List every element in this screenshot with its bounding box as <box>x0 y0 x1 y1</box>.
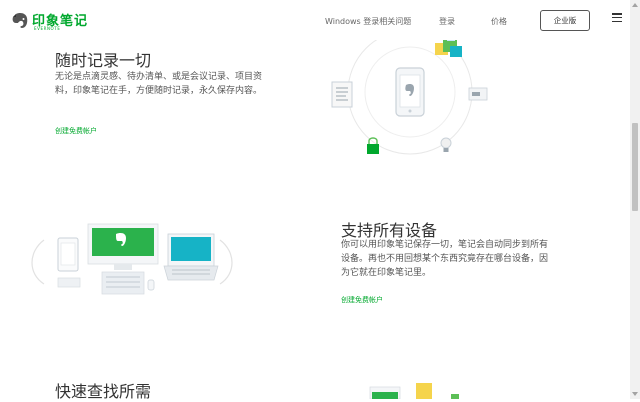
scroll-down-arrow-icon[interactable] <box>632 392 638 396</box>
enterprise-button[interactable]: 企业版 <box>540 10 590 31</box>
section-title-search: 快速查找所需 <box>55 382 152 401</box>
scroll-up-arrow-icon[interactable] <box>632 3 638 7</box>
phone-device-icon <box>57 237 79 272</box>
nav-pricing[interactable]: 价格 <box>491 16 507 27</box>
logo-subtext: EVERNOTE <box>34 26 61 31</box>
hamburger-menu-icon[interactable] <box>612 13 622 23</box>
lightbulb-icon <box>440 137 452 152</box>
create-account-link[interactable]: 创建免费帐户 <box>55 126 97 136</box>
devices-illustration <box>31 223 233 295</box>
section-desc-record: 无论是点滴灵感、待办清单、或是会议记录、项目资料，印象笔记在手，方便随时记录，永… <box>55 72 263 96</box>
page-scrollbar[interactable] <box>630 0 640 399</box>
card-icon <box>468 87 488 101</box>
phone-icon <box>395 67 425 117</box>
document-icon <box>331 81 353 108</box>
top-header: 印象笔记 EVERNOTE Windows 登录相关问题 登录 价格 企业版 <box>0 0 630 40</box>
lock-icon <box>367 137 379 154</box>
elephant-icon <box>12 13 28 28</box>
scrollbar-thumb[interactable] <box>632 123 638 211</box>
evernote-logo[interactable]: 印象笔记 EVERNOTE <box>10 9 87 33</box>
section-title-record: 随时记录一切 <box>55 51 152 70</box>
create-account-link-2[interactable]: 创建免费帐户 <box>341 295 383 305</box>
nav-login[interactable]: 登录 <box>439 16 455 27</box>
record-illustration <box>331 30 488 155</box>
search-illustration <box>369 383 459 399</box>
desktop-device-icon <box>87 223 159 295</box>
laptop-device-icon <box>163 233 219 281</box>
nav-windows-login-help[interactable]: Windows 登录相关问题 <box>325 16 411 27</box>
section-desc-devices: 你可以用印象笔记保存一切，笔记会自动同步到所有设备。再也不用回想某个东西究竟存在… <box>341 240 549 278</box>
